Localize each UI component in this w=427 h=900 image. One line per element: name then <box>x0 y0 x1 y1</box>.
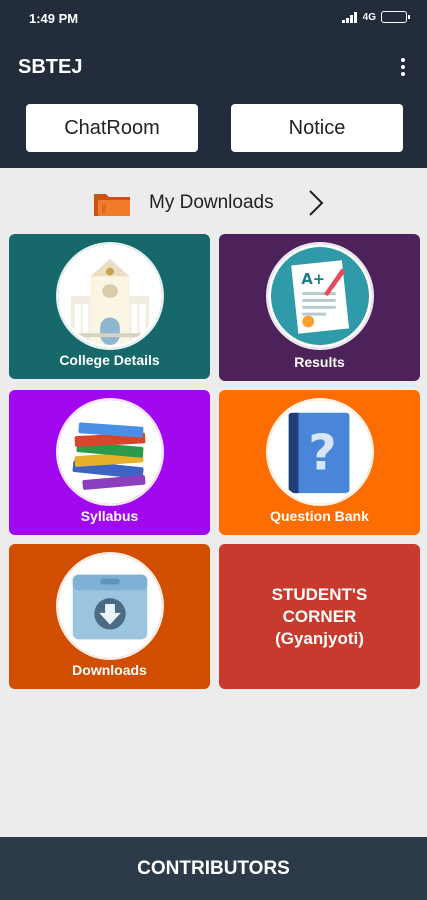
app-title: SBTEJ <box>18 56 83 78</box>
chatroom-button[interactable]: ChatRoom <box>26 104 198 152</box>
folder-icon <box>94 194 130 216</box>
syllabus-tile[interactable]: Syllabus <box>9 390 210 535</box>
downloads-tile[interactable]: Downloads <box>9 544 210 689</box>
chevron-right-icon[interactable] <box>306 188 326 218</box>
college-building-icon <box>57 244 162 348</box>
students-corner-tile[interactable]: STUDENT'S CORNER (Gyanjyoti) <box>219 544 420 689</box>
svg-text:A+: A+ <box>301 271 325 288</box>
tile-label: Downloads <box>72 662 147 678</box>
contributors-button[interactable]: CONTRIBUTORS <box>0 837 427 900</box>
tile-label: Question Bank <box>270 508 369 524</box>
result-sheet-icon: A+ <box>267 244 372 348</box>
status-time: 1:49 PM <box>29 11 79 26</box>
books-stack-icon <box>57 400 162 504</box>
my-downloads-row[interactable]: My Downloads <box>0 180 427 226</box>
label-line: (Gyanjyoti) <box>275 629 364 648</box>
my-downloads-label: My Downloads <box>149 192 274 213</box>
app-bar: SBTEJ ChatRoom Notice <box>0 38 427 168</box>
status-bar: 1:49 PM 4G <box>0 0 427 38</box>
question-book-icon: ? <box>267 400 372 504</box>
svg-text:?: ? <box>308 425 336 482</box>
tile-label: Syllabus <box>80 508 139 524</box>
notice-button[interactable]: Notice <box>231 104 403 152</box>
college-details-tile[interactable]: College Details <box>9 234 210 379</box>
signal-icon <box>341 11 358 23</box>
label-line: STUDENT'S <box>271 585 368 604</box>
battery-icon <box>381 11 410 23</box>
students-corner-label: STUDENT'S CORNER (Gyanjyoti) <box>219 584 420 650</box>
question-bank-tile[interactable]: ? Question Bank <box>219 390 420 535</box>
download-folder-icon <box>57 554 162 658</box>
results-tile[interactable]: A+ Results <box>219 234 420 381</box>
status-icons: 4G <box>341 11 410 23</box>
label-line: CORNER <box>282 607 357 626</box>
tile-label: Results <box>294 354 345 370</box>
network-type: 4G <box>362 11 376 23</box>
tile-label: College Details <box>59 352 160 368</box>
more-vert-icon[interactable] <box>393 54 413 80</box>
